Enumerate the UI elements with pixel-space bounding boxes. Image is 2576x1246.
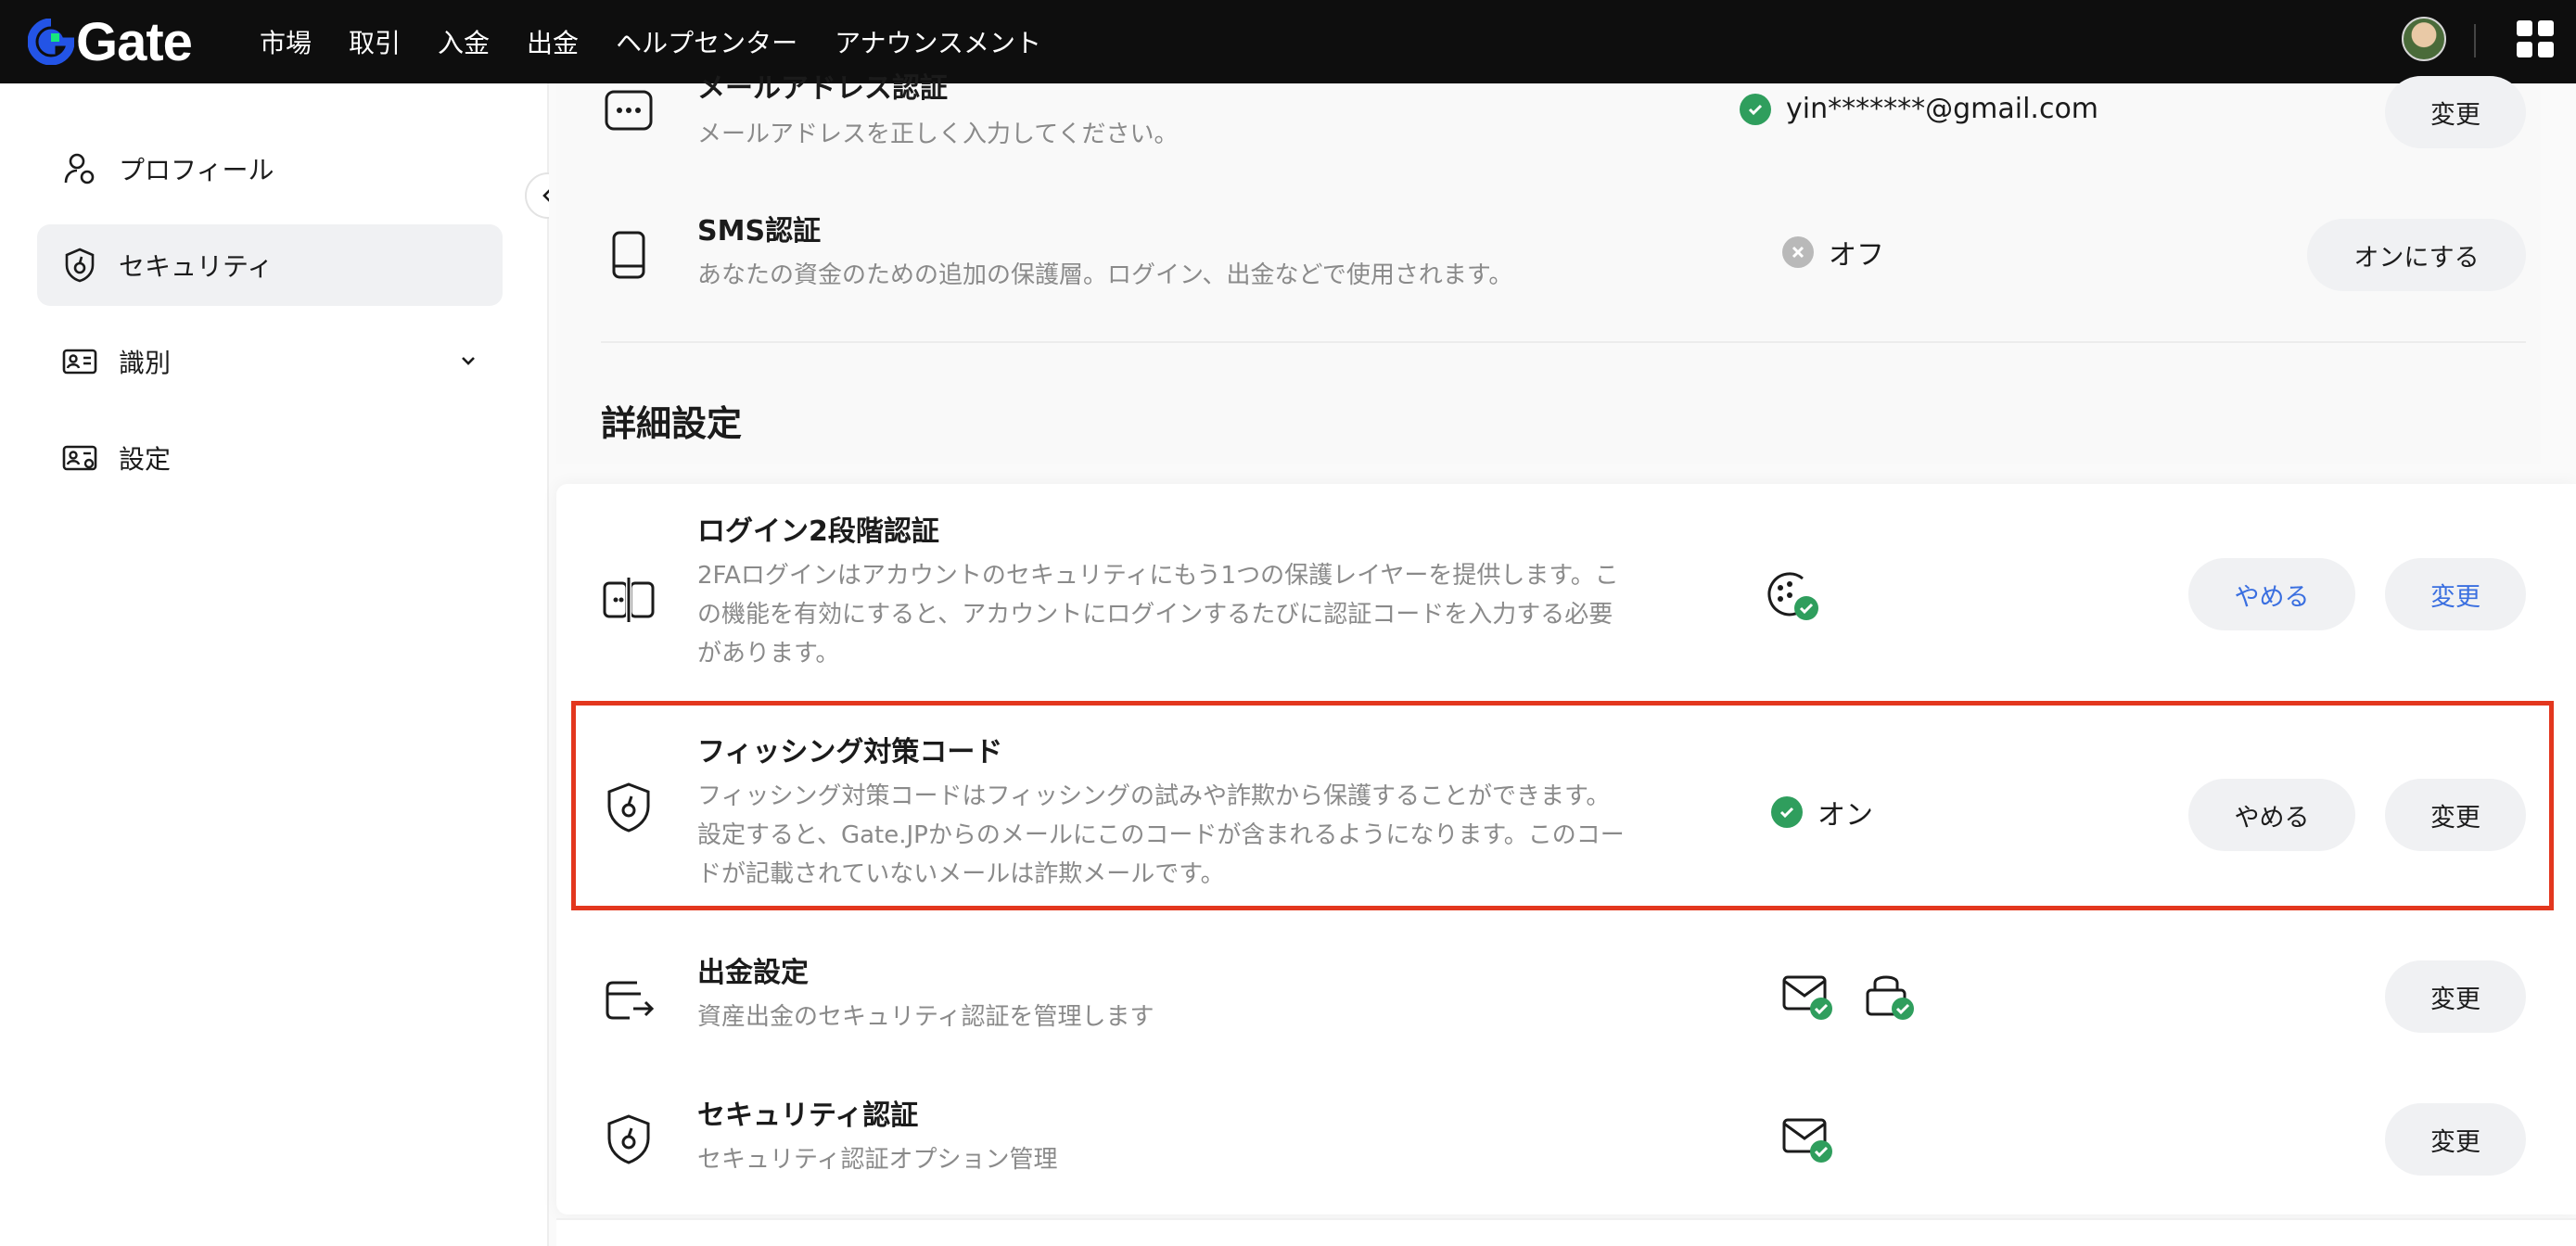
gate-logo[interactable]: Gate	[28, 9, 193, 74]
change-2fa-button[interactable]: 変更	[2385, 558, 2526, 630]
security-auth-desc: セキュリティ認証オプション管理	[697, 1146, 1058, 1174]
sidebar-item-label: 設定	[119, 444, 172, 475]
section-divider	[601, 341, 2526, 343]
email-verification-row: メールアドレス認証 メールアドレスを正しく入力してください。 yin******…	[593, 56, 2541, 158]
nav-withdraw[interactable]: 出金	[527, 23, 579, 60]
shield-icon	[593, 1100, 664, 1179]
shield-icon	[59, 245, 100, 286]
sidebar-item-settings[interactable]: 設定	[37, 417, 503, 499]
change-email-button[interactable]: 変更	[2385, 76, 2526, 148]
gate-logo-icon	[28, 19, 74, 65]
sms-desc: あなたの資金のための追加の保護層。ログイン、出金などで使用されます。	[697, 261, 1513, 289]
nav-help-center[interactable]: ヘルプセンター	[616, 23, 797, 60]
two-factor-icon	[593, 560, 664, 640]
nav-market[interactable]: 市場	[260, 23, 312, 60]
phishing-desc: フィッシング対策コードはフィッシングの試みや詐欺から保護することができます。設定…	[697, 782, 1625, 888]
sidebar-item-label: プロフィール	[119, 155, 274, 185]
security-authentication-row: セキュリティ認証 セキュリティ認証オプション管理	[593, 1092, 2541, 1194]
id-card-icon	[59, 341, 100, 382]
stop-2fa-button[interactable]: やめる	[2188, 558, 2355, 630]
withdraw-status-icons	[1780, 968, 1918, 1024]
phishing-status: オン	[1817, 799, 1873, 832]
twofa-status	[1764, 566, 1823, 625]
top-divider	[2474, 24, 2476, 57]
email-title: メールアドレス認証	[697, 72, 948, 105]
withdraw-settings-row: 出金設定 資産出金のセキュリティ認証を管理します	[593, 949, 2541, 1051]
change-phishing-button[interactable]: 変更	[2385, 779, 2526, 851]
check-icon	[1771, 796, 1803, 828]
check-icon	[1740, 93, 1771, 125]
apps-grid-icon[interactable]	[2517, 20, 2554, 57]
lock-check-icon	[1866, 975, 1914, 1020]
stop-phishing-button[interactable]: やめる	[2188, 779, 2355, 851]
sms-title: SMS認証	[697, 215, 822, 248]
twofa-desc: 2FAログインはアカウントのセキュリティにもう1つの保護レイヤーを提供します。こ…	[697, 562, 1619, 668]
sidebar-item-security[interactable]: セキュリティ	[37, 224, 503, 306]
mail-check-icon	[1782, 1118, 1832, 1163]
sms-status: オフ	[1829, 239, 1884, 272]
chevron-down-icon	[462, 357, 475, 365]
settings-card-icon	[59, 438, 100, 478]
sms-verification-row: SMS認証 あなたの資金のための追加の保護層。ログイン、出金などで使用されます。…	[593, 208, 2541, 310]
brand-name: Gate	[76, 11, 193, 72]
sidebar-item-identification[interactable]: 識別	[37, 321, 503, 402]
email-desc: メールアドレスを正しく入力してください。	[697, 121, 1179, 148]
advanced-settings-title: 詳細設定	[601, 403, 743, 444]
withdraw-icon	[593, 959, 664, 1038]
nav-trade[interactable]: 取引	[349, 23, 401, 60]
phone-icon	[593, 215, 664, 295]
withdraw-title: 出金設定	[697, 957, 809, 989]
email-dots-icon	[593, 70, 664, 150]
change-security-auth-button[interactable]: 変更	[2385, 1103, 2526, 1176]
cross-icon	[1782, 236, 1814, 268]
change-withdraw-button[interactable]: 変更	[2385, 960, 2526, 1033]
enable-sms-button[interactable]: オンにする	[2307, 219, 2526, 291]
twofa-title: ログイン2段階認証	[697, 515, 939, 548]
user-avatar[interactable]	[2402, 17, 2446, 61]
withdraw-desc: 資産出金のセキュリティ認証を管理します	[697, 1003, 1154, 1031]
sidebar-item-label: 識別	[119, 348, 172, 378]
shield-key-icon	[593, 768, 664, 847]
security-auth-title: セキュリティ認証	[697, 1100, 919, 1132]
next-card-edge	[556, 1218, 2576, 1246]
sidebar-item-profile[interactable]: プロフィール	[37, 128, 503, 210]
authenticator-check-icon	[1767, 572, 1818, 620]
user-icon	[59, 148, 100, 189]
nav-announcements[interactable]: アナウンスメント	[835, 23, 1041, 60]
phishing-title: フィッシング対策コード	[697, 736, 1003, 769]
sidebar-item-label: セキュリティ	[119, 251, 274, 282]
nav-deposit[interactable]: 入金	[438, 23, 490, 60]
mail-check-icon	[1782, 975, 1832, 1020]
security-auth-status	[1780, 1111, 1836, 1166]
email-status: yin*******@gmail.com	[1786, 93, 2099, 125]
